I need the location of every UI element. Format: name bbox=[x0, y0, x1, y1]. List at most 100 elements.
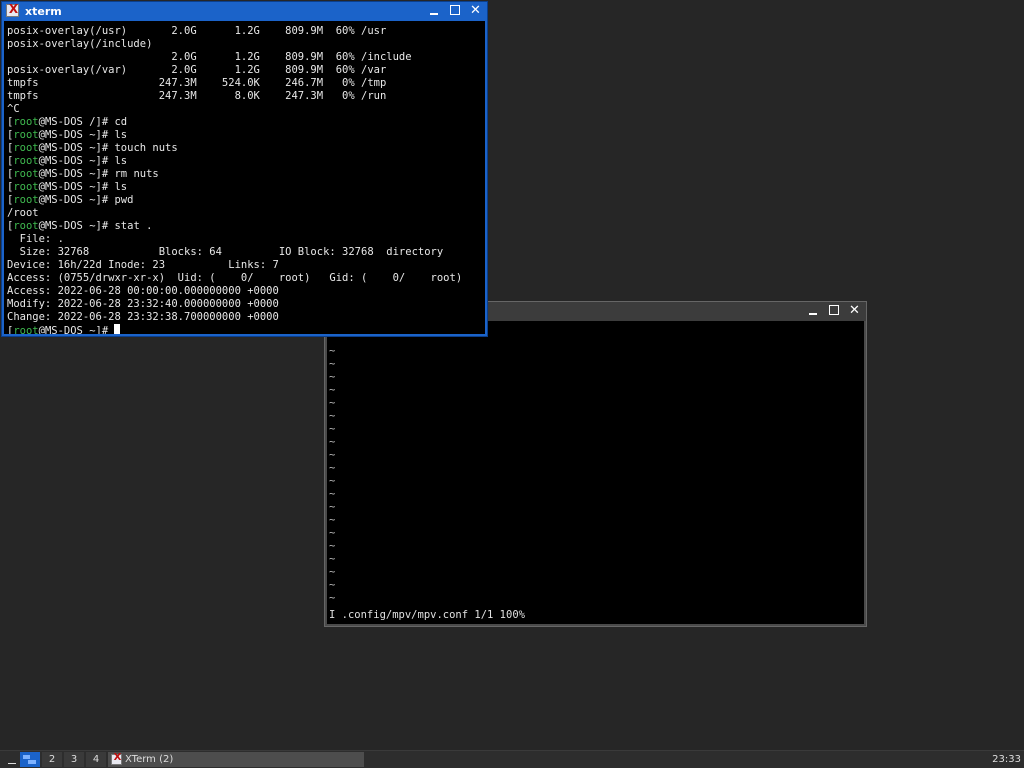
prompt-line: [root@MS-DOS ~]# rm nuts bbox=[7, 168, 159, 180]
maximize-icon[interactable] bbox=[826, 303, 841, 318]
output-line: 2.0G 1.2G 809.9M 60% /include bbox=[7, 51, 412, 63]
window-title: xterm bbox=[25, 5, 62, 18]
prompt-line: [root@MS-DOS ~]# bbox=[7, 324, 485, 334]
prompt-host-path: @MS-DOS ~]# bbox=[38, 181, 115, 193]
xterm-icon: X bbox=[111, 752, 122, 765]
prompt-host-path: @MS-DOS ~]# bbox=[38, 220, 115, 232]
prompt-line: [root@MS-DOS /]# cd bbox=[7, 116, 128, 128]
minimize-icon[interactable] bbox=[426, 3, 441, 18]
vim-editor[interactable]: ~ ~ ~ ~ ~ ~ ~ ~ ~ ~ ~ ~ ~ ~ ~ ~ ~ ~ ~ ~ I .config/mpv/mpv.c… bbox=[327, 321, 864, 624]
empty-line-tilde: ~ bbox=[329, 462, 336, 474]
command-text: pwd bbox=[114, 194, 134, 206]
prompt-line: [root@MS-DOS ~]# stat . bbox=[7, 220, 153, 232]
empty-line-tilde: ~ bbox=[329, 488, 336, 500]
close-icon[interactable]: ✕ bbox=[468, 3, 483, 18]
command-text: touch nuts bbox=[114, 142, 178, 154]
empty-line-tilde: ~ bbox=[329, 514, 336, 526]
taskbar-xterm-task[interactable]: X XTerm (2) bbox=[108, 752, 364, 767]
empty-line-tilde: ~ bbox=[329, 527, 336, 539]
output-line: Modify: 2022-06-28 23:32:40.000000000 +0… bbox=[7, 298, 279, 310]
output-line: posix-overlay(/include) bbox=[7, 38, 153, 50]
empty-line-tilde: ~ bbox=[329, 553, 336, 565]
empty-line-tilde: ~ bbox=[329, 436, 336, 448]
empty-line-tilde: ~ bbox=[329, 410, 336, 422]
empty-line-tilde: ~ bbox=[329, 384, 336, 396]
prompt-username: root bbox=[13, 181, 39, 193]
empty-line-tilde: ~ bbox=[329, 371, 336, 383]
output-line: ^C bbox=[7, 103, 20, 115]
xterm-window[interactable]: X xterm ✕ posix-overlay(/usr) 2.0G 1.2G … bbox=[1, 1, 488, 337]
show-desktop-icon[interactable] bbox=[8, 754, 16, 764]
prompt-line: [root@MS-DOS ~]# ls bbox=[7, 155, 128, 167]
workspace-label: 4 bbox=[92, 754, 100, 765]
xterm-app-icon[interactable]: X bbox=[6, 2, 19, 17]
workspace-label: 3 bbox=[70, 754, 78, 765]
workspace-label: 2 bbox=[48, 754, 56, 765]
prompt-host-path: @MS-DOS ~]# bbox=[38, 168, 115, 180]
output-line: File: . bbox=[7, 233, 64, 245]
prompt-line: [root@MS-DOS ~]# ls bbox=[7, 181, 128, 193]
prompt-line: [root@MS-DOS ~]# ls bbox=[7, 129, 128, 141]
prompt-line: [root@MS-DOS ~]# touch nuts bbox=[7, 142, 178, 154]
minimize-icon[interactable] bbox=[805, 303, 820, 318]
workspace-3-button[interactable]: 3 bbox=[64, 752, 84, 767]
output-line: Size: 32768 Blocks: 64 IO Block: 32768 d… bbox=[7, 246, 444, 258]
prompt-username: root bbox=[13, 129, 39, 141]
output-line: tmpfs 247.3M 8.0K 247.3M 0% /run bbox=[7, 90, 387, 102]
taskbar: 2 3 4 X XTerm (2) 23:33 bbox=[0, 750, 1024, 768]
prompt-username: root bbox=[13, 142, 39, 154]
command-text: rm nuts bbox=[114, 168, 159, 180]
prompt-host-path: @MS-DOS ~]# bbox=[38, 325, 115, 334]
output-line: tmpfs 247.3M 524.0K 246.7M 0% /tmp bbox=[7, 77, 387, 89]
empty-line-tilde: ~ bbox=[329, 501, 336, 513]
command-text: ls bbox=[114, 181, 128, 193]
workspace-4-button[interactable]: 4 bbox=[86, 752, 106, 767]
output-line: Change: 2022-06-28 23:32:38.700000000 +0… bbox=[7, 311, 279, 323]
maximize-icon[interactable] bbox=[447, 3, 462, 18]
empty-line-tilde: ~ bbox=[329, 397, 336, 409]
vim-status-line: I .config/mpv/mpv.conf 1/1 100% bbox=[329, 609, 525, 621]
vim-window-controls: ✕ bbox=[805, 303, 862, 318]
command-text: stat . bbox=[114, 220, 153, 232]
command-text: ls bbox=[114, 129, 128, 141]
output-line: Access: 2022-06-28 00:00:00.000000000 +0… bbox=[7, 285, 279, 297]
prompt-username: root bbox=[13, 220, 39, 232]
empty-line-tilde: ~ bbox=[329, 423, 336, 435]
prompt-username: root bbox=[13, 325, 39, 334]
empty-line-tilde: ~ bbox=[329, 579, 336, 591]
output-line: Device: 16h/22d Inode: 23 Links: 7 bbox=[7, 259, 279, 271]
output-line: /root bbox=[7, 207, 39, 219]
command-text: ls bbox=[114, 155, 128, 167]
prompt-username: root bbox=[13, 194, 39, 206]
text-cursor bbox=[114, 324, 121, 334]
empty-line-tilde: ~ bbox=[329, 592, 336, 604]
empty-line-tilde: ~ bbox=[329, 358, 336, 370]
empty-line-tilde: ~ bbox=[329, 449, 336, 461]
output-line: posix-overlay(/var) 2.0G 1.2G 809.9M 60%… bbox=[7, 64, 387, 76]
vim-window[interactable]: ✕ ~ ~ ~ ~ ~ ~ ~ ~ ~ ~ ~ ~ ~ ~ ~ ~ ~ ~ ~ ~ I .config/mpv/mpv… bbox=[324, 301, 867, 627]
prompt-host-path: @MS-DOS ~]# bbox=[38, 142, 115, 154]
workspace-2-button[interactable]: 2 bbox=[42, 752, 62, 767]
command-text: cd bbox=[114, 116, 128, 128]
prompt-username: root bbox=[13, 168, 39, 180]
empty-line-tilde: ~ bbox=[329, 566, 336, 578]
workspace-1-button[interactable] bbox=[20, 752, 40, 767]
output-line: Access: (0755/drwxr-xr-x) Uid: ( 0/ root… bbox=[7, 272, 463, 284]
empty-line-tilde: ~ bbox=[329, 475, 336, 487]
close-icon[interactable]: ✕ bbox=[847, 303, 862, 318]
xterm-window-controls: ✕ bbox=[426, 3, 483, 18]
terminal-output[interactable]: posix-overlay(/usr) 2.0G 1.2G 809.9M 60%… bbox=[4, 21, 485, 334]
prompt-host-path: @MS-DOS /]# bbox=[38, 116, 115, 128]
prompt-host-path: @MS-DOS ~]# bbox=[38, 129, 115, 141]
prompt-host-path: @MS-DOS ~]# bbox=[38, 155, 115, 167]
xterm-titlebar[interactable]: X xterm ✕ bbox=[2, 2, 487, 21]
prompt-username: root bbox=[13, 116, 39, 128]
empty-line-tilde: ~ bbox=[329, 540, 336, 552]
empty-line-tilde: ~ bbox=[329, 345, 336, 357]
prompt-username: root bbox=[13, 155, 39, 167]
prompt-host-path: @MS-DOS ~]# bbox=[38, 194, 115, 206]
clock: 23:33 bbox=[992, 754, 1021, 765]
output-line: posix-overlay(/usr) 2.0G 1.2G 809.9M 60%… bbox=[7, 25, 387, 37]
task-label: XTerm (2) bbox=[125, 754, 174, 765]
prompt-line: [root@MS-DOS ~]# pwd bbox=[7, 194, 134, 206]
